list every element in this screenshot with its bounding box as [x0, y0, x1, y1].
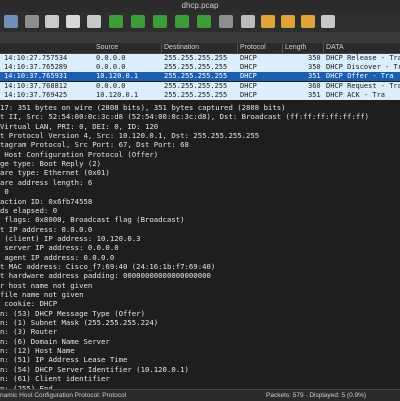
packet-time: 14:10:37.765289 [4, 63, 68, 72]
column-length[interactable]: Length [285, 43, 306, 53]
packet-destination: 255.255.255.255 [164, 54, 228, 62]
detail-line[interactable]: n: (6) Domain Name Server [0, 337, 400, 346]
detail-line[interactable]: ge type: Boot Reply (2) [0, 159, 400, 168]
packet-length: 351 [308, 72, 321, 81]
detail-line[interactable]: tagram Protocol, Src Port: 67, Dst Port:… [0, 140, 400, 149]
column-protocol[interactable]: Protocol [240, 43, 266, 53]
packet-time: 14:10:37.768812 [4, 81, 68, 90]
packet-source: 10.120.0.1 [96, 72, 139, 81]
detail-line[interactable]: Virtual LAN, PRI: 0, DEI: 0, ID: 120 [0, 122, 400, 131]
packet-time: 14:10:27.757534 [4, 54, 68, 62]
autoscroll-icon[interactable] [219, 15, 233, 28]
packet-protocol: DHCP [240, 54, 257, 62]
detail-line[interactable]: are address length: 6 [0, 178, 400, 187]
packet-protocol: DHCP [240, 63, 257, 72]
window-title: dhcp.pcap [181, 1, 219, 10]
column-separator[interactable] [323, 43, 324, 53]
status-bar: namic Host Configuration Protocol: Proto… [0, 389, 400, 401]
display-filter-bar[interactable] [0, 33, 400, 43]
normal-size-icon[interactable] [301, 15, 315, 28]
forward-icon[interactable] [131, 15, 145, 28]
packet-length: 351 [308, 90, 321, 99]
packet-info: DHCP Release - Tra [326, 54, 400, 62]
packet-row[interactable]: 14:10:37.769425 10.120.0.1 255.255.255.255… [0, 90, 400, 100]
packet-info: DHCP Offer - Tra [326, 72, 394, 81]
packet-source: 0.0.0.0 [96, 63, 126, 72]
detail-line[interactable]: Host Configuration Protocol (Offer) [0, 150, 400, 159]
packet-time: 14:10:37.769425 [4, 90, 68, 99]
detail-line[interactable]: n: (1) Subnet Mask (255.255.255.224) [0, 318, 400, 327]
packet-info: DHCP Discover - Tra [326, 63, 400, 72]
packet-source: 0.0.0.0 [96, 81, 126, 90]
column-source[interactable]: Source [96, 43, 118, 53]
reload-icon[interactable] [66, 15, 80, 28]
column-destination[interactable]: Destination [164, 43, 199, 53]
open-file-icon[interactable] [4, 15, 18, 28]
title-bar: dhcp.pcap [0, 0, 400, 12]
packet-row[interactable]: 14:10:37.765931 10.120.0.1 255.255.255.255… [0, 72, 400, 82]
colorize-icon[interactable] [241, 15, 255, 28]
status-field-info: namic Host Configuration Protocol: Proto… [0, 392, 127, 399]
packet-length: 360 [308, 81, 321, 90]
detail-line[interactable]: (client) IP address: 10.120.0.3 [0, 234, 400, 243]
packet-time: 14:10:37.765931 [4, 72, 68, 81]
detail-line[interactable]: file name not given [0, 290, 400, 299]
detail-line[interactable]: t Protocol Version 4, Src: 10.120.0.1, D… [0, 131, 400, 140]
close-file-icon[interactable] [45, 15, 59, 28]
packet-row[interactable]: 14:10:27.757534 0.0.0.0 255.255.255.255 DHC… [0, 54, 400, 63]
back-icon[interactable] [109, 15, 123, 28]
column-separator[interactable] [161, 43, 162, 53]
detail-line[interactable]: r host name not given [0, 281, 400, 290]
packet-destination: 255.255.255.255 [164, 63, 228, 72]
packet-info: DHCP ACK - Tra [326, 90, 386, 99]
detail-line[interactable]: n: (3) Router [0, 327, 400, 336]
resize-columns-icon[interactable] [321, 15, 335, 28]
detail-line[interactable]: t II, Src: 52:54:00:0c:3c:d8 (52:54:00:0… [0, 112, 400, 121]
detail-line[interactable]: n: (61) Client identifier [0, 374, 400, 383]
detail-line[interactable]: 0 [0, 187, 400, 196]
detail-line[interactable]: t hardware address padding: 000000000000… [0, 271, 400, 280]
packet-details-pane: 17: 351 bytes on wire (2808 bits), 351 b… [0, 101, 400, 389]
detail-line[interactable]: 17: 351 bytes on wire (2808 bits), 351 b… [0, 103, 400, 112]
packet-row[interactable]: 14:10:37.765289 0.0.0.0 255.255.255.255 DHC… [0, 63, 400, 73]
detail-line[interactable]: n: (54) DHCP Server Identifier (10.120.0… [0, 365, 400, 374]
detail-line[interactable]: ds elapsed: 0 [0, 206, 400, 215]
detail-line[interactable]: are type: Ethernet (0x01) [0, 168, 400, 177]
find-icon[interactable] [87, 15, 101, 28]
packet-length: 350 [308, 54, 321, 62]
column-data[interactable]: DATA [326, 43, 344, 53]
detail-line[interactable]: t IP address: 0.0.0.0 [0, 225, 400, 234]
main-toolbar [0, 12, 400, 33]
detail-line[interactable]: server IP address: 0.0.0.0 [0, 243, 400, 252]
detail-line[interactable]: flags: 0x8000, Broadcast flag (Broadcast… [0, 215, 400, 224]
zoom-out-icon[interactable] [281, 15, 295, 28]
packet-source: 10.120.0.1 [96, 90, 139, 99]
packet-row[interactable]: 14:10:37.768812 0.0.0.0 255.255.255.255 DHC… [0, 81, 400, 91]
first-packet-icon[interactable] [175, 15, 189, 28]
last-packet-icon[interactable] [197, 15, 211, 28]
packet-source: 0.0.0.0 [96, 54, 126, 62]
packet-destination: 255.255.255.255 [164, 81, 228, 90]
column-separator[interactable] [282, 43, 283, 53]
save-icon[interactable] [25, 15, 39, 28]
status-packet-count: Packets: 579 · Displayed: 5 (0.9%) [266, 392, 367, 399]
detail-line[interactable]: t MAC address: Cisco_f7:69:40 (24:16:1b:… [0, 262, 400, 271]
detail-line[interactable]: n: (53) DHCP Message Type (Offer) [0, 309, 400, 318]
go-to-icon[interactable] [153, 15, 167, 28]
detail-line[interactable]: n: (12) Host Name [0, 346, 400, 355]
packet-protocol: DHCP [240, 72, 257, 81]
detail-line[interactable]: agent IP address: 0.0.0.0 [0, 253, 400, 262]
packet-info: DHCP Request - Tra [326, 81, 400, 90]
detail-line[interactable]: n: (51) IP Address Lease Time [0, 355, 400, 364]
detail-line[interactable]: action ID: 0x6fb74558 [0, 197, 400, 206]
zoom-in-icon[interactable] [261, 15, 275, 28]
packet-destination: 255.255.255.255 [164, 72, 228, 81]
column-separator[interactable] [237, 43, 238, 53]
packet-protocol: DHCP [240, 90, 257, 99]
packet-protocol: DHCP [240, 81, 257, 90]
packet-list-header: Source Destination Protocol Length DATA [0, 43, 400, 54]
detail-line[interactable]: cookie: DHCP [0, 299, 400, 308]
packet-destination: 255.255.255.255 [164, 90, 228, 99]
packet-length: 350 [308, 63, 321, 72]
